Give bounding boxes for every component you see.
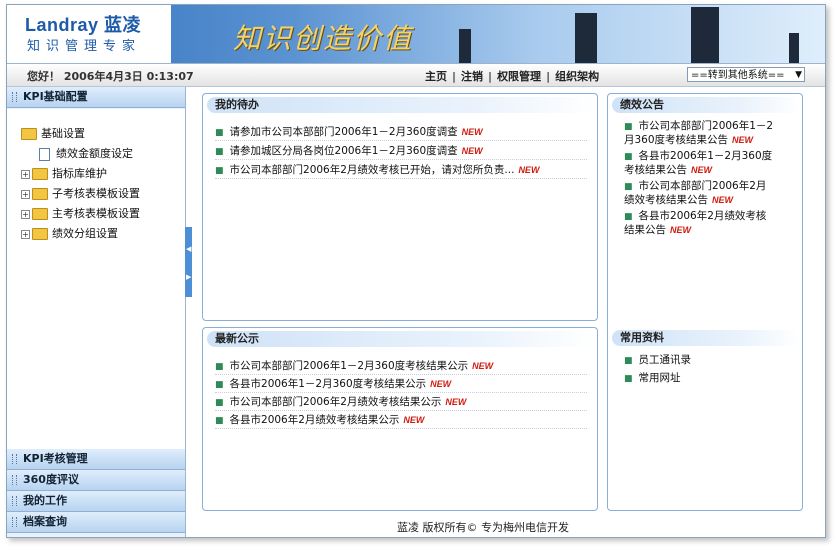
sidebar-section-360-review[interactable]: 360度评议	[7, 470, 185, 491]
logo-en-text: Landray	[25, 15, 99, 35]
app-window: Landray 蓝凌 知识管理专家 知识创造价值 您好！ 2006年4月3日 0…	[6, 4, 826, 538]
expand-icon[interactable]: +	[21, 229, 30, 239]
latest-item[interactable]: ■ 市公司本部部门2006年2月绩效考核结果公示 NEW	[215, 394, 587, 411]
nav-home-link[interactable]: 主页	[425, 70, 447, 83]
new-badge: NEW	[670, 225, 691, 235]
sidebar-section-my-work[interactable]: 我的工作	[7, 491, 185, 512]
bullet-icon: ■	[624, 122, 633, 132]
collapse-left-icon: ◀	[186, 245, 192, 253]
new-badge: NEW	[691, 165, 712, 175]
resources-panel-title: 常用资料	[612, 330, 800, 346]
new-badge: NEW	[518, 165, 540, 175]
folder-icon	[32, 208, 48, 220]
bullet-icon: ■	[624, 152, 633, 162]
sidebar-collapse-handle[interactable]: ◀ ▶	[185, 227, 192, 297]
sidebar: KPI基础配置 基础设置 绩效金额度设定 + 指标库维护 + 子考核表模板设置 + 主…	[7, 87, 186, 537]
new-badge: NEW	[430, 379, 452, 389]
expand-icon[interactable]: +	[21, 209, 30, 219]
latest-panel-title: 最新公示	[207, 331, 595, 347]
sidebar-section-kpi-config[interactable]: KPI基础配置	[7, 87, 185, 108]
open-folder-icon	[21, 128, 37, 140]
notice-item[interactable]: ■ 市公司本部部门2006年2月 绩效考核结果公告 NEW	[624, 180, 794, 207]
expand-icon[interactable]: +	[21, 189, 30, 199]
latest-item[interactable]: ■ 各县市2006年1－2月360度考核结果公示 NEW	[215, 376, 587, 393]
top-bar: 您好！ 2006年4月3日 0:13:07 主页 | 注销 | 权限管理 | 组织架构 ==…	[7, 63, 825, 87]
new-badge: NEW	[712, 195, 733, 205]
top-nav: 主页 | 注销 | 权限管理 | 组织架构	[425, 70, 600, 83]
bullet-icon: ■	[215, 416, 224, 426]
latest-panel: 最新公示 ■ 市公司本部部门2006年1－2月360度考核结果公示 NEW ■ 各县市…	[202, 327, 598, 511]
system-switch-select[interactable]: ==转到其他系统== ▼	[687, 67, 805, 82]
logo-cn-text: 蓝凌	[104, 15, 142, 35]
todo-item[interactable]: ■ 请参加市公司本部部门2006年1－2月360度调查 NEW	[215, 124, 587, 141]
logo: Landray 蓝凌 知识管理专家	[7, 5, 171, 63]
banner-person-silhouette	[459, 29, 471, 63]
new-badge: NEW	[472, 361, 494, 371]
expand-icon[interactable]: +	[21, 169, 30, 179]
dropdown-arrow-icon: ▼	[795, 70, 802, 80]
new-badge: NEW	[461, 127, 483, 137]
bullet-icon: ■	[624, 374, 633, 384]
folder-icon	[32, 168, 48, 180]
tree-item-sub-template[interactable]: + 子考核表模板设置	[21, 185, 140, 201]
resource-item-links[interactable]: ■ 常用网址	[624, 372, 794, 386]
bullet-icon: ■	[624, 182, 633, 192]
bullet-icon: ■	[624, 212, 633, 222]
sidebar-section-kpi-management[interactable]: KPI考核管理	[7, 449, 185, 470]
system-switch-value: ==转到其他系统==	[691, 70, 785, 81]
notice-item[interactable]: ■ 各县市2006年2月绩效考核 结果公告 NEW	[624, 210, 794, 237]
right-column-panel: 绩效公告 ■ 市公司本部部门2006年1－2 月360度考核结果公告 NEW ■ 各县市…	[607, 93, 803, 511]
todo-item[interactable]: ■ 请参加城区分局各岗位2006年1－2月360度调查 NEW	[215, 143, 587, 160]
config-tree: 基础设置 绩效金额度设定 + 指标库维护 + 子考核表模板设置 + 主考核表模板设置 …	[7, 109, 185, 449]
banner-person-silhouette	[575, 13, 597, 63]
bullet-icon: ■	[215, 128, 224, 138]
banner-slogan: 知识创造价值	[233, 22, 414, 55]
notice-item[interactable]: ■ 市公司本部部门2006年1－2 月360度考核结果公告 NEW	[624, 120, 794, 147]
banner-person-silhouette	[789, 33, 799, 63]
nav-org-link[interactable]: 组织架构	[555, 70, 599, 83]
notice-item[interactable]: ■ 各县市2006年1－2月360度 考核结果公告 NEW	[624, 150, 794, 177]
greeting-datetime: 您好！ 2006年4月3日 0:13:07	[27, 70, 194, 83]
bullet-icon: ■	[624, 356, 633, 366]
todo-panel-title: 我的待办	[207, 97, 595, 113]
notice-panel-title: 绩效公告	[612, 97, 800, 113]
banner-person-silhouette	[691, 7, 719, 63]
new-badge: NEW	[403, 415, 425, 425]
todo-item[interactable]: ■ 市公司本部部门2006年2月绩效考核已开始，请对您所负责... NEW	[215, 162, 587, 179]
todo-panel: 我的待办 ■ 请参加市公司本部部门2006年1－2月360度调查 NEW ■ 请参加城…	[202, 93, 598, 321]
nav-logout-link[interactable]: 注销	[461, 70, 483, 83]
header-banner: Landray 蓝凌 知识管理专家 知识创造价值	[7, 5, 825, 63]
bullet-icon: ■	[215, 147, 224, 157]
latest-item[interactable]: ■ 市公司本部部门2006年1－2月360度考核结果公示 NEW	[215, 358, 587, 375]
resource-item-directory[interactable]: ■ 员工通讯录	[624, 354, 794, 368]
new-badge: NEW	[461, 146, 483, 156]
latest-item[interactable]: ■ 各县市2006年2月绩效考核结果公示 NEW	[215, 412, 587, 429]
sidebar-sections: KPI考核管理 360度评议 我的工作 档案查询	[7, 449, 185, 533]
document-icon	[39, 147, 50, 161]
footer-copyright: 蓝凌 版权所有© 专为梅州电信开发	[397, 521, 569, 534]
folder-icon	[32, 228, 48, 240]
logo-subtitle: 知识管理专家	[27, 39, 142, 54]
folder-icon	[32, 188, 48, 200]
tree-item-indicator-library[interactable]: + 指标库维护	[21, 165, 107, 181]
tree-item-amount-settings[interactable]: 绩效金额度设定	[39, 145, 133, 161]
expand-right-icon: ▶	[186, 273, 192, 281]
bullet-icon: ■	[215, 380, 224, 390]
tree-item-group-settings[interactable]: + 绩效分组设置	[21, 225, 118, 241]
tree-item-main-template[interactable]: + 主考核表模板设置	[21, 205, 140, 221]
new-badge: NEW	[445, 397, 467, 407]
tree-root-basic-settings[interactable]: 基础设置	[21, 125, 85, 141]
sidebar-section-archive-query[interactable]: 档案查询	[7, 512, 185, 533]
new-badge: NEW	[732, 135, 754, 145]
bullet-icon: ■	[215, 166, 224, 176]
bullet-icon: ■	[215, 362, 224, 372]
nav-permission-link[interactable]: 权限管理	[497, 70, 541, 83]
bullet-icon: ■	[215, 398, 224, 408]
